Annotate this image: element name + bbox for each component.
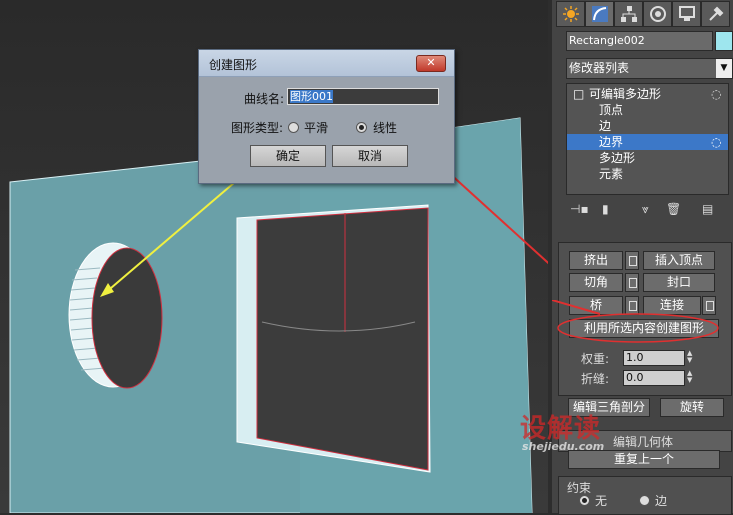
close-icon[interactable]: ✕ (416, 55, 446, 72)
chamfer-button[interactable]: 切角 (569, 273, 623, 292)
show-end-result-icon[interactable]: ▮ (602, 202, 609, 216)
create-icon[interactable] (556, 1, 585, 27)
ok-button[interactable]: 确定 (250, 145, 326, 167)
watermark-url: shejiedu.com (522, 440, 605, 453)
red-arrow-linear-tail (552, 300, 601, 315)
linear-radio[interactable] (356, 122, 367, 133)
extrude-settings-button[interactable] (625, 251, 639, 270)
expander-icon[interactable]: □ (573, 86, 584, 102)
linear-label: 线性 (373, 121, 398, 135)
chevron-down-icon[interactable]: ▼ (716, 59, 732, 78)
constraint-none-radio[interactable] (579, 495, 590, 506)
cap-button[interactable]: 封口 (643, 273, 715, 292)
cancel-button[interactable]: 取消 (332, 145, 408, 167)
highlight-ellipse (557, 313, 719, 343)
object-name-field[interactable]: Rectangle002 (566, 31, 713, 51)
stack-item-editable-poly[interactable]: □ 可编辑多边形 ◌ (567, 86, 728, 102)
stack-item-border[interactable]: 边界 ◌ (567, 134, 728, 150)
crease-label: 折缝: (581, 372, 610, 386)
stack-tools: ⊣▪ ▮ ⩔ 🗑 ▤ (566, 200, 729, 220)
display-icon[interactable] (672, 1, 701, 27)
curve-name-input[interactable]: 图形001 (287, 88, 439, 105)
configure-sets-icon[interactable]: ▤ (702, 202, 713, 216)
constraint-none-label: 无 (595, 494, 608, 508)
constraint-edge-radio[interactable] (639, 495, 650, 506)
stack-item-vertex[interactable]: 顶点 (567, 102, 728, 118)
dialog-body: 曲线名: 图形001 图形类型: 平滑 线性 确定 取消 (199, 77, 454, 183)
shape-type-label: 图形类型: (231, 121, 284, 135)
weight-spinner[interactable]: 1.0 (623, 350, 685, 366)
lightbulb-icon[interactable]: ◌ (711, 86, 721, 102)
motion-icon[interactable] (643, 1, 672, 27)
rect-hole-inner (256, 207, 429, 471)
hierarchy-icon[interactable] (614, 1, 643, 27)
stack-item-polygon[interactable]: 多边形 (567, 150, 728, 166)
modifier-list-dropdown[interactable]: 修改器列表 ▼ (566, 58, 733, 79)
smooth-radio[interactable] (288, 122, 299, 133)
constraint-edge-label: 边 (655, 494, 668, 508)
stack-item-label: 边界 (599, 135, 624, 149)
smooth-label: 平滑 (304, 121, 329, 135)
constraints-label: 约束 (567, 481, 592, 495)
modifier-stack: □ 可编辑多边形 ◌ 顶点 边 边界 ◌ 多边形 元素 (566, 83, 729, 195)
stack-item-edge[interactable]: 边 (567, 118, 728, 134)
curve-name-label: 曲线名: (244, 92, 285, 106)
spinner-arrows-icon[interactable]: ▲ ▼ (687, 350, 695, 365)
stack-item-label: 边 (599, 119, 612, 133)
create-shape-dialog: 创建图形 ✕ 曲线名: 图形001 图形类型: 平滑 线性 确定 取消 (198, 49, 455, 184)
stack-item-label: 顶点 (599, 103, 624, 117)
weight-label: 权重: (581, 352, 610, 366)
stack-item-element[interactable]: 元素 (567, 166, 728, 182)
modify-icon[interactable] (585, 1, 614, 27)
panel-tabs (556, 1, 733, 27)
remove-modifier-icon[interactable]: 🗑 (666, 202, 681, 216)
extrude-button[interactable]: 挤出 (569, 251, 623, 270)
edit-geometry-title: 编辑几何体 (613, 435, 674, 449)
curve-name-value: 图形001 (290, 90, 333, 103)
pin-stack-icon[interactable]: ⊣▪ (570, 202, 589, 216)
constraints-group: 约束 无 边 (558, 476, 732, 515)
object-color-swatch[interactable] (715, 31, 733, 51)
chamfer-settings-button[interactable] (625, 273, 639, 292)
dialog-title: 创建图形 (209, 58, 258, 72)
modifier-list-label: 修改器列表 (569, 61, 630, 75)
dialog-titlebar[interactable]: 创建图形 ✕ (199, 50, 454, 77)
insert-vertex-button[interactable]: 插入顶点 (643, 251, 715, 270)
annotation-overlay (552, 300, 719, 343)
spinner-arrows-icon[interactable]: ▲ ▼ (687, 370, 695, 385)
utilities-icon[interactable] (701, 1, 730, 27)
stack-item-label: 多边形 (599, 151, 636, 165)
circle-hole-inner (91, 247, 163, 389)
crease-spinner[interactable]: 0.0 (623, 370, 685, 386)
lightbulb-icon[interactable]: ◌ (711, 134, 721, 150)
turn-button[interactable]: 旋转 (660, 398, 724, 417)
stack-item-label: 元素 (599, 167, 624, 181)
make-unique-icon[interactable]: ⩔ (642, 202, 649, 217)
stack-item-label: 可编辑多边形 (589, 87, 662, 101)
